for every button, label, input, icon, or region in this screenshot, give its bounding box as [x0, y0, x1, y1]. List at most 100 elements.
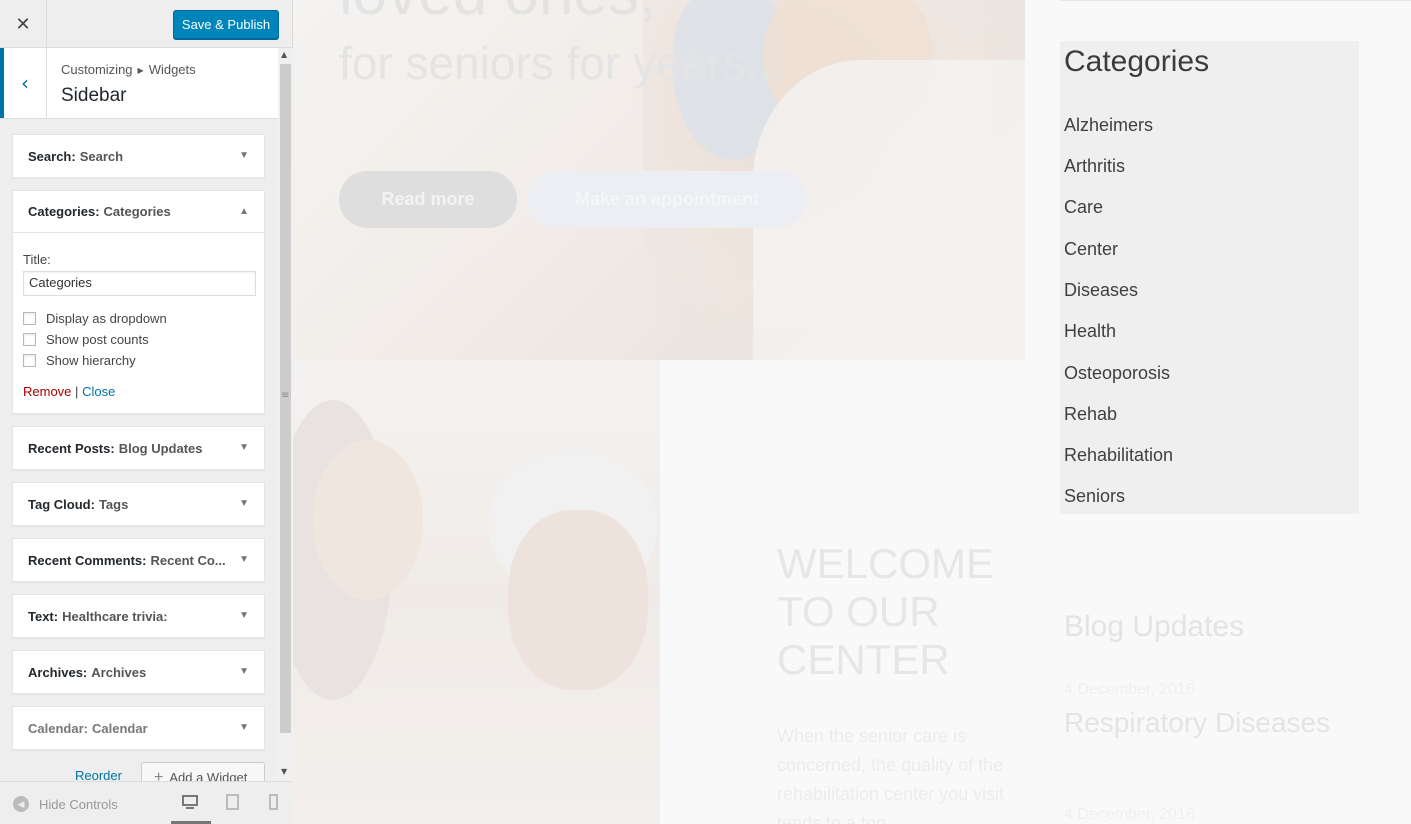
triangle-down-icon[interactable]: ▼ — [239, 442, 249, 453]
customizer-header: ✕ Save & Publish — [0, 0, 292, 48]
widget-calendar[interactable]: Calendar: Calendar ▼ — [12, 706, 265, 750]
widget-header[interactable]: Recent Posts: Blog Updates ▼ — [13, 427, 264, 469]
close-customizer-button[interactable]: ✕ — [0, 0, 47, 48]
checkbox[interactable] — [23, 354, 36, 367]
triangle-right-icon: ▶ — [137, 66, 144, 75]
widget-actions: Reorder + Add a Widget — [0, 762, 278, 781]
widget-colon: : — [82, 664, 88, 680]
categories-title: Categories — [1064, 45, 1210, 78]
widget-text[interactable]: Text: Healthcare trivia: ▼ — [12, 594, 265, 638]
widget-header[interactable]: Calendar: Calendar ▼ — [13, 707, 264, 749]
widget-colon: : — [83, 720, 88, 736]
checkbox[interactable] — [23, 312, 36, 325]
triangle-down-icon[interactable]: ▼ — [239, 666, 249, 677]
widget-title: Categories — [103, 204, 171, 219]
option-show-hierarchy[interactable]: Show hierarchy — [23, 353, 136, 368]
tablet-icon[interactable] — [225, 794, 241, 810]
widget-header[interactable]: Categories: Categories ▲ — [13, 191, 264, 233]
resize-handle-icon[interactable]: ≡ — [281, 390, 289, 401]
widget-title: Healthcare trivia: — [62, 608, 168, 624]
hide-controls-label: Hide Controls — [39, 796, 118, 812]
post-date: 4 December, 2016 — [1064, 806, 1195, 823]
option-label: Display as dropdown — [46, 311, 167, 326]
widget-type: Text — [28, 608, 54, 624]
triangle-down-icon[interactable]: ▼ — [239, 722, 249, 733]
category-link[interactable]: Arthritis — [1064, 156, 1125, 177]
desktop-icon[interactable] — [182, 794, 198, 810]
option-display-dropdown[interactable]: Display as dropdown — [23, 311, 167, 326]
widget-title: Recent Co... — [150, 552, 226, 568]
widget-header[interactable]: Search: Search ▼ — [13, 135, 264, 177]
hero-heading: loved ones, — [339, 0, 656, 29]
widget-type: Tag Cloud — [28, 496, 91, 512]
widget-recent-comments[interactable]: Recent Comments: Recent Co... ▼ — [12, 538, 265, 582]
widget-search[interactable]: Search: Search ▼ — [12, 134, 265, 178]
category-link[interactable]: Care — [1064, 197, 1103, 218]
widget-categories[interactable]: Categories: Categories ▲ Title: Categorie… — [12, 190, 265, 414]
widget-header[interactable]: Recent Comments: Recent Co... ▼ — [13, 539, 264, 581]
remove-link[interactable]: Remove — [23, 384, 71, 399]
widget-type: Recent Posts — [28, 440, 111, 456]
widget-recent-posts[interactable]: Recent Posts: Blog Updates ▼ — [12, 426, 265, 470]
plus-icon: + — [154, 769, 164, 781]
widget-header[interactable]: Text: Healthcare trivia: ▼ — [13, 595, 264, 637]
widget-type: Archives — [28, 664, 83, 680]
save-publish-button[interactable]: Save & Publish — [173, 10, 279, 39]
option-show-post-counts[interactable]: Show post counts — [23, 332, 149, 347]
post-title-link[interactable]: Respiratory Diseases — [1064, 707, 1330, 739]
triangle-down-icon[interactable]: ▼ — [239, 150, 249, 161]
category-link[interactable]: Diseases — [1064, 280, 1138, 301]
category-link[interactable]: Rehabilitation — [1064, 445, 1173, 466]
widget-colon: : — [95, 204, 100, 219]
widget-archives[interactable]: Archives: Archives ▼ — [12, 650, 265, 694]
categories-widget-preview: Categories Alzheimers Arthritis Care Cen… — [1060, 41, 1359, 514]
title-input[interactable]: Categories — [23, 271, 256, 296]
customizer-panel: ✕ Save & Publish ‹ Customizing ▶ Widgets S… — [0, 0, 293, 824]
widgets-section: ‹ Customizing ▶ Widgets Sidebar Search: Sea… — [0, 48, 278, 781]
widget-colon: : — [110, 440, 115, 456]
welcome-heading: WELCOME TO OUR CENTER — [777, 540, 995, 683]
read-more-button[interactable]: Read more — [339, 171, 517, 228]
widget-type: Recent Comments — [28, 552, 143, 568]
add-widget-button[interactable]: + Add a Widget — [141, 762, 265, 781]
checkbox[interactable] — [23, 333, 36, 346]
widget-colon: : — [71, 148, 76, 164]
triangle-down-icon[interactable]: ▼ — [239, 498, 249, 509]
widget-control-actions: Remove | Close — [23, 384, 115, 399]
appointment-button[interactable]: Make an appointment — [527, 171, 807, 228]
widget-type: Calendar — [28, 720, 84, 736]
triangle-up-icon[interactable]: ▲ — [239, 206, 249, 217]
widget-type: Categories — [28, 204, 96, 219]
category-link[interactable]: Alzheimers — [1064, 115, 1153, 136]
close-link[interactable]: Close — [82, 384, 115, 399]
widget-tag-cloud[interactable]: Tag Cloud: Tags ▼ — [12, 482, 265, 526]
triangle-down-icon[interactable]: ▼ — [239, 610, 249, 621]
back-button[interactable]: ‹ — [0, 48, 47, 118]
scroll-down-icon[interactable]: ▼ — [281, 767, 287, 776]
widget-header[interactable]: Archives: Archives ▼ — [13, 651, 264, 693]
site-preview[interactable]: loved ones, for seniors for years... Rea… — [293, 0, 1411, 824]
breadcrumb-item: Customizing — [61, 62, 133, 77]
scroll-up-icon[interactable]: ▲ — [281, 50, 287, 59]
photo-shape — [508, 510, 648, 690]
category-link[interactable]: Center — [1064, 239, 1118, 260]
category-link[interactable]: Rehab — [1064, 404, 1117, 425]
hero-banner: loved ones, for seniors for years... Rea… — [293, 0, 1025, 360]
category-link[interactable]: Osteoporosis — [1064, 363, 1170, 384]
widget-title: Search — [79, 148, 124, 164]
photo-shape — [313, 440, 423, 600]
widget-title: Calendar — [91, 720, 148, 736]
separator: | — [75, 384, 79, 399]
category-link[interactable]: Seniors — [1064, 486, 1125, 507]
reorder-link[interactable]: Reorder — [75, 768, 122, 781]
breadcrumb-item: Widgets — [148, 62, 196, 77]
customizer-footer: ◀ Hide Controls — [0, 781, 293, 824]
category-link[interactable]: Health — [1064, 321, 1116, 342]
panel-scrollbar[interactable]: ▲ ▼ — [278, 48, 293, 781]
triangle-down-icon[interactable]: ▼ — [239, 554, 249, 565]
mobile-icon[interactable] — [268, 794, 284, 810]
divider — [1060, 0, 1411, 1]
widget-header[interactable]: Tag Cloud: Tags ▼ — [13, 483, 264, 525]
welcome-paragraph: When the senior care is concerned, the q… — [777, 726, 1005, 824]
hide-controls-button[interactable]: ◀ Hide Controls — [13, 796, 118, 812]
